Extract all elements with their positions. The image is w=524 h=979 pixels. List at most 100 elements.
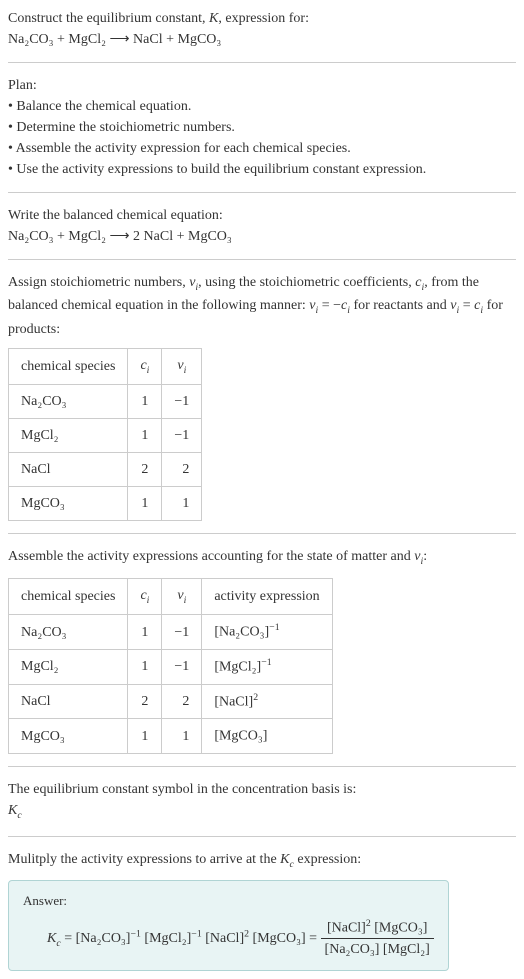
numerator: [NaCl]2 [MgCO₃] — [321, 917, 434, 940]
table-row: NaCl 2 2 — [9, 453, 202, 487]
denominator: [Na₂CO₃] [MgCl₂] — [321, 939, 434, 960]
multiply-block: Mulitply the activity expressions to arr… — [8, 849, 516, 872]
activity-base: [Na₂CO₃] — [214, 625, 269, 640]
fraction: [NaCl]2 [MgCO₃][Na₂CO₃] [MgCl₂] — [321, 917, 434, 961]
assign-block: Assign stoichiometric numbers, νi, using… — [8, 272, 516, 340]
cell-ci: 1 — [128, 419, 162, 453]
intro-text: Construct the equilibrium constant, — [8, 11, 209, 26]
multiply-text: Mulitply the activity expressions to arr… — [8, 852, 280, 867]
cell-nui: 2 — [162, 453, 202, 487]
cell-activity: [NaCl]2 — [202, 684, 332, 719]
col-ci: ci — [128, 348, 162, 384]
cell-nui: −1 — [162, 385, 202, 419]
eq-sign: = — [61, 931, 76, 946]
cell-species: MgCO₃ — [9, 487, 128, 521]
c-sub: c — [17, 810, 21, 821]
cell-ci: 2 — [128, 684, 162, 719]
plan-item: • Assemble the activity expression for e… — [8, 141, 351, 156]
term: [Na₂CO₃] — [76, 931, 131, 946]
term: [MgCl₂] — [144, 931, 191, 946]
activity-table: chemical species ci νi activity expressi… — [8, 578, 333, 754]
i-sub: i — [184, 595, 187, 606]
cell-nui: 1 — [162, 487, 202, 521]
table-row: MgCl₂ 1 −1 [MgCl₂]−1 — [9, 650, 333, 685]
den-term: [MgCl₂] — [383, 942, 430, 957]
cell-species: Na₂CO₃ — [9, 615, 128, 650]
plan-item: • Balance the chemical equation. — [8, 99, 191, 114]
activity-exp: −1 — [261, 657, 271, 668]
plan-heading: Plan: — [8, 78, 37, 93]
cell-nui: −1 — [162, 650, 202, 685]
stoichiometry-table: chemical species ci νi Na₂CO₃ 1 −1 MgCl₂… — [8, 348, 202, 521]
col-species: chemical species — [9, 348, 128, 384]
i-sub: i — [147, 595, 150, 606]
cell-species: MgCl₂ — [9, 650, 128, 685]
cell-nui: 2 — [162, 684, 202, 719]
table-header-row: chemical species ci νi activity expressi… — [9, 578, 333, 614]
col-nui: νi — [162, 578, 202, 614]
cell-nui: −1 — [162, 419, 202, 453]
answer-expression: Kc = [Na₂CO₃]−1 [MgCl₂]−1 [NaCl]2 [MgCO₃… — [23, 917, 434, 961]
eq-text: = — [459, 298, 474, 313]
table-row: MgCO₃ 1 1 [MgCO₃] — [9, 719, 333, 754]
cell-ci: 1 — [128, 615, 162, 650]
cell-species: MgCO₃ — [9, 719, 128, 754]
term-exp: −1 — [130, 928, 140, 939]
term: [MgCO₃] — [253, 931, 306, 946]
kc-symbol: K — [47, 931, 56, 946]
table-header-row: chemical species ci νi — [9, 348, 202, 384]
activity-exp: 2 — [253, 692, 258, 703]
balanced-block: Write the balanced chemical equation: Na… — [8, 205, 516, 247]
eqconst-text: The equilibrium constant symbol in the c… — [8, 782, 356, 797]
cell-species: NaCl — [9, 684, 128, 719]
answer-box: Answer: Kc = [Na₂CO₃]−1 [MgCl₂]−1 [NaCl]… — [8, 880, 449, 971]
table-row: NaCl 2 2 [NaCl]2 — [9, 684, 333, 719]
cell-activity: [MgCO₃] — [202, 719, 332, 754]
k-symbol: K — [209, 11, 218, 26]
intro-block: Construct the equilibrium constant, K, e… — [8, 8, 516, 50]
cell-activity: [Na₂CO₃]−1 — [202, 615, 332, 650]
eqconst-block: The equilibrium constant symbol in the c… — [8, 779, 516, 823]
col-activity: activity expression — [202, 578, 332, 614]
divider — [8, 192, 516, 193]
divider — [8, 533, 516, 534]
cell-ci: 1 — [128, 719, 162, 754]
divider — [8, 836, 516, 837]
activity-base: [MgCO₃] — [214, 729, 267, 744]
assemble-text: Assemble the activity expressions accoun… — [8, 549, 414, 564]
divider — [8, 766, 516, 767]
plan-item: • Use the activity expressions to build … — [8, 162, 426, 177]
col-species: chemical species — [9, 578, 128, 614]
term-exp: −1 — [191, 928, 201, 939]
cell-species: Na₂CO₃ — [9, 385, 128, 419]
num-exp: 2 — [366, 918, 371, 929]
cell-species: MgCl₂ — [9, 419, 128, 453]
cell-nui: −1 — [162, 615, 202, 650]
i-sub: i — [147, 365, 150, 376]
term: [NaCl] — [205, 931, 244, 946]
den-term: [Na₂CO₃] — [325, 942, 380, 957]
divider — [8, 259, 516, 260]
cell-ci: 1 — [128, 385, 162, 419]
i-sub: i — [184, 365, 187, 376]
eq-text: = − — [318, 298, 341, 313]
kc-symbol: K — [280, 852, 289, 867]
activity-base: [NaCl] — [214, 694, 253, 709]
term-exp: 2 — [244, 928, 249, 939]
activity-base: [MgCl₂] — [214, 660, 261, 675]
table-row: Na₂CO₃ 1 −1 — [9, 385, 202, 419]
divider — [8, 62, 516, 63]
cell-nui: 1 — [162, 719, 202, 754]
balanced-equation: Na₂CO₃ + MgCl₂ ⟶ 2 NaCl + MgCO₃ — [8, 229, 232, 244]
plan-item: • Determine the stoichiometric numbers. — [8, 120, 235, 135]
table-row: MgCO₃ 1 1 — [9, 487, 202, 521]
eq-sign: = — [306, 931, 321, 946]
col-nui: νi — [162, 348, 202, 384]
cell-ci: 1 — [128, 487, 162, 521]
kc-symbol: K — [8, 803, 17, 818]
unbalanced-equation: Na₂CO₃ + MgCl₂ ⟶ NaCl + MgCO₃ — [8, 32, 221, 47]
table-row: MgCl₂ 1 −1 — [9, 419, 202, 453]
assign-text: Assign stoichiometric numbers, — [8, 275, 189, 290]
activity-exp: −1 — [269, 622, 279, 633]
cell-species: NaCl — [9, 453, 128, 487]
